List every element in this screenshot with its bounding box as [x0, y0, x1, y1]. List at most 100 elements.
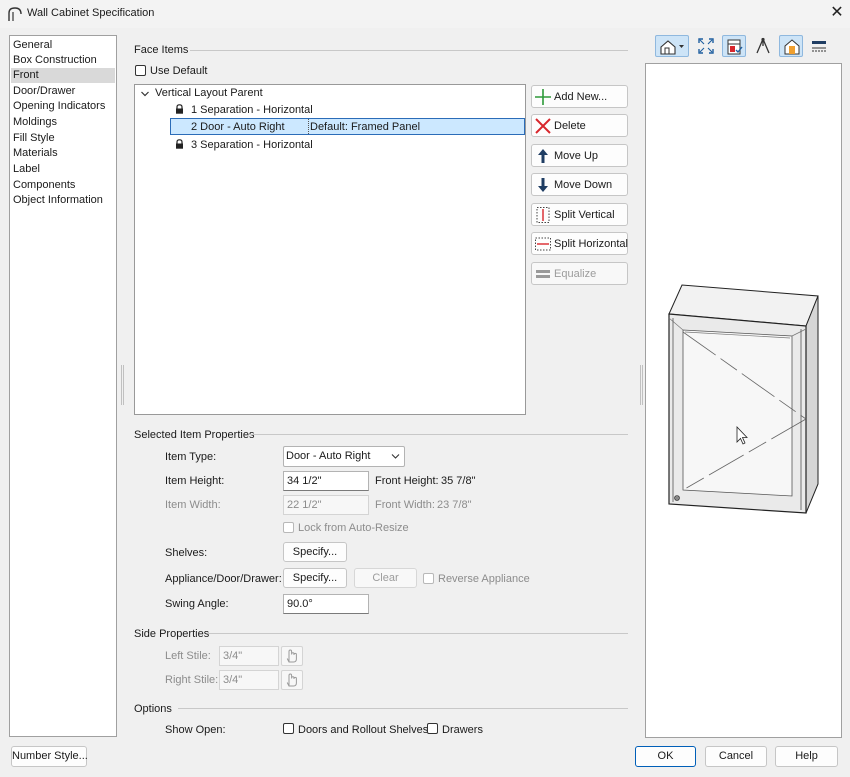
- move-up-label: Move Up: [554, 150, 599, 162]
- nav-item-fill-style[interactable]: Fill Style: [11, 131, 115, 146]
- cabinet-3d-preview[interactable]: [645, 63, 842, 738]
- front-height-label: Front Height:: [375, 475, 439, 487]
- doors-rollout-checkbox[interactable]: [283, 723, 294, 734]
- home-view-icon: [660, 40, 684, 55]
- move-up-button[interactable]: Move Up: [531, 144, 628, 167]
- right-stile-label: Right Stile:: [165, 674, 219, 686]
- move-down-label: Move Down: [554, 179, 613, 191]
- split-vertical-icon: [536, 207, 550, 223]
- right-stile-input[interactable]: 3/4": [219, 670, 279, 690]
- perspective-button[interactable]: [751, 35, 775, 57]
- side-properties-divider: [208, 633, 628, 634]
- equalize-button[interactable]: Equalize: [531, 262, 628, 285]
- nav-item-door-drawer[interactable]: Door/Drawer: [11, 84, 115, 99]
- item-width-input[interactable]: 22 1/2": [283, 495, 369, 515]
- item-height-input[interactable]: 34 1/2": [283, 471, 369, 491]
- tree-item-door[interactable]: 2 Door - Auto Right: [191, 119, 285, 135]
- elevation-icon: [812, 41, 826, 52]
- chevron-down-icon: [391, 454, 400, 459]
- materials-button[interactable]: [779, 35, 803, 57]
- face-items-divider: [190, 50, 628, 51]
- render-mode-button[interactable]: [722, 35, 746, 57]
- cancel-button[interactable]: Cancel: [705, 746, 767, 767]
- front-width-value: 23 7/8": [437, 499, 472, 511]
- nav-item-label[interactable]: Label: [11, 162, 115, 177]
- face-items-group-label: Face Items: [134, 44, 189, 56]
- split-horizontal-button[interactable]: Split Horizontal: [531, 232, 628, 255]
- swing-angle-input[interactable]: 90.0°: [283, 594, 369, 614]
- front-height-value: 35 7/8": [441, 475, 476, 487]
- doors-rollout-label: Doors and Rollout Shelves: [298, 724, 429, 736]
- arrow-down-icon: [538, 178, 548, 192]
- right-splitter-handle[interactable]: [640, 365, 643, 405]
- item-type-select[interactable]: Door - Auto Right: [283, 446, 405, 467]
- nav-item-components[interactable]: Components: [11, 178, 115, 193]
- nav-item-box-construction[interactable]: Box Construction: [11, 53, 115, 68]
- right-stile-pick-button[interactable]: [281, 670, 303, 690]
- help-button[interactable]: Help: [775, 746, 838, 767]
- plus-icon: [535, 89, 551, 105]
- wall-cabinet-model: [668, 284, 819, 514]
- add-new-button[interactable]: Add New...: [531, 85, 628, 108]
- column-divider: [308, 119, 309, 134]
- equalize-label: Equalize: [554, 268, 597, 280]
- app-arch-icon: [8, 7, 22, 21]
- options-divider: [178, 708, 628, 709]
- item-height-label: Item Height:: [165, 475, 225, 487]
- drawers-label: Drawers: [442, 724, 483, 736]
- reverse-appliance-checkbox[interactable]: [423, 573, 434, 584]
- hand-pointer-icon: [286, 649, 297, 663]
- clear-button[interactable]: Clear: [354, 568, 417, 588]
- tree-item-separation-3[interactable]: 3 Separation - Horizontal: [191, 137, 313, 153]
- delete-x-icon: [535, 118, 551, 134]
- ok-button[interactable]: OK: [635, 746, 696, 767]
- tree-root-node[interactable]: Vertical Layout Parent: [155, 85, 263, 101]
- item-type-value: Door - Auto Right: [286, 450, 371, 462]
- add-new-label: Add New...: [554, 91, 608, 103]
- nav-item-front[interactable]: Front: [11, 68, 115, 83]
- arrow-up-icon: [538, 149, 548, 163]
- fit-window-icon: [698, 38, 714, 54]
- left-stile-label: Left Stile:: [165, 650, 211, 662]
- materials-icon: [784, 39, 800, 55]
- options-group-label: Options: [134, 703, 172, 715]
- number-style-button[interactable]: Number Style...: [11, 746, 88, 767]
- nav-item-moldings[interactable]: Moldings: [11, 115, 115, 130]
- chevron-down-icon[interactable]: [140, 89, 150, 99]
- lock-auto-resize-checkbox[interactable]: [283, 522, 294, 533]
- left-stile-input[interactable]: 3/4": [219, 646, 279, 666]
- use-default-checkbox[interactable]: [135, 65, 146, 76]
- side-properties-group-label: Side Properties: [134, 628, 210, 640]
- face-items-tree[interactable]: Vertical Layout Parent 1 Separation - Ho…: [134, 84, 526, 415]
- split-vertical-button[interactable]: Split Vertical: [531, 203, 628, 226]
- nav-item-opening-indicators[interactable]: Opening Indicators: [11, 99, 115, 114]
- shelves-specify-button[interactable]: Specify...: [283, 542, 347, 562]
- drawers-checkbox[interactable]: [427, 723, 438, 734]
- hand-pointer-icon: [286, 673, 297, 687]
- lock-icon: [176, 139, 183, 149]
- nav-item-object-information[interactable]: Object Information: [11, 193, 115, 208]
- left-splitter-handle[interactable]: [121, 365, 124, 405]
- delete-button[interactable]: Delete: [531, 114, 628, 137]
- delete-label: Delete: [554, 120, 586, 132]
- swing-angle-label: Swing Angle:: [165, 598, 229, 610]
- home-view-button[interactable]: [655, 35, 689, 57]
- show-open-label: Show Open:: [165, 724, 226, 736]
- elevation-button[interactable]: [807, 35, 831, 57]
- appliance-specify-button[interactable]: Specify...: [283, 568, 347, 588]
- front-width-label: Front Width:: [375, 499, 435, 511]
- shelves-label: Shelves:: [165, 547, 208, 559]
- nav-item-materials[interactable]: Materials: [11, 146, 115, 161]
- window-title: Wall Cabinet Specification: [27, 7, 155, 19]
- move-down-button[interactable]: Move Down: [531, 173, 628, 196]
- tree-item-separation-1[interactable]: 1 Separation - Horizontal: [191, 102, 313, 118]
- close-icon[interactable]: ✕: [828, 4, 846, 22]
- left-stile-pick-button[interactable]: [281, 646, 303, 666]
- category-list: General Box Construction Front Door/Draw…: [9, 35, 117, 737]
- selected-item-group-label: Selected Item Properties: [134, 429, 255, 441]
- appliance-door-drawer-label: Appliance/Door/Drawer:: [165, 573, 282, 585]
- equalize-icon: [536, 270, 550, 278]
- fill-window-button[interactable]: [694, 35, 718, 57]
- nav-item-general[interactable]: General: [11, 38, 115, 53]
- lock-icon: [176, 104, 183, 114]
